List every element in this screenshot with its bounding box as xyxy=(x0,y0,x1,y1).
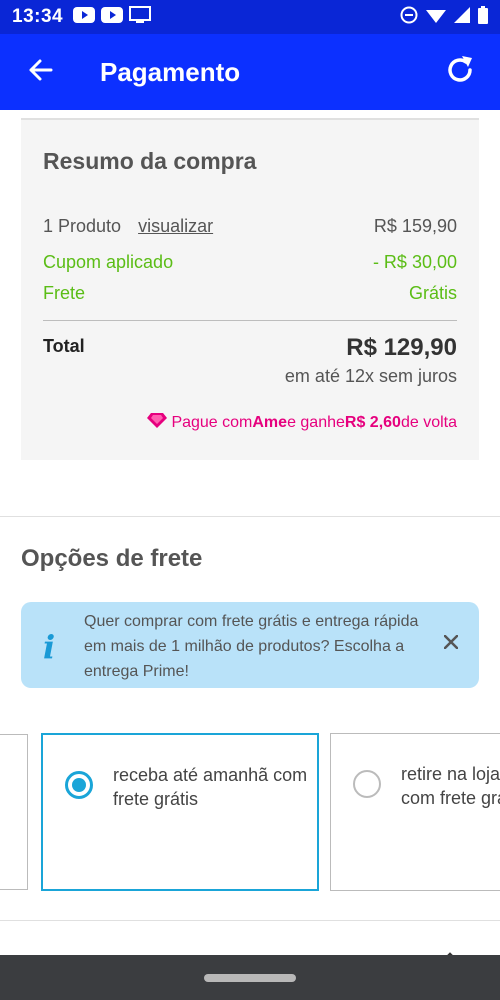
ame-amount: R$ 2,60 xyxy=(344,413,401,431)
ame-gem-icon xyxy=(147,412,168,433)
ame-prefix: Pague com xyxy=(171,413,253,431)
ame-suffix: de volta xyxy=(400,413,457,431)
youtube-notification-icon xyxy=(73,6,96,28)
summary-title: Resumo da compra xyxy=(43,148,257,174)
shipping-options-title: Opções de frete xyxy=(21,545,203,572)
home-gesture-pill[interactable] xyxy=(204,973,296,982)
prime-info-text: Quer comprar com frete grátis e entrega … xyxy=(84,613,419,680)
shipping-row: Frete Grátis xyxy=(43,283,457,304)
close-banner-button[interactable] xyxy=(439,632,463,656)
youtube-notification-icon xyxy=(101,6,124,28)
shipping-option-label: retire na loja amanhã com frete grátis xyxy=(401,764,500,808)
app-bar: Pagamento xyxy=(0,34,500,110)
total-label: Total xyxy=(43,336,85,356)
shipping-option-radio[interactable] xyxy=(65,771,93,799)
wifi-icon xyxy=(426,7,446,28)
view-products-link[interactable]: visualizar xyxy=(138,216,213,236)
back-button[interactable] xyxy=(0,34,80,110)
section-divider xyxy=(0,920,500,921)
purchase-summary-card: Resumo da compra 1 Produto visualizar R$… xyxy=(21,118,479,460)
products-label: 1 Produto xyxy=(43,216,122,236)
signal-icon xyxy=(454,6,470,28)
shipping-value: Grátis xyxy=(408,283,457,303)
shipping-option-radio[interactable] xyxy=(353,770,381,798)
arrow-left-icon xyxy=(27,58,53,87)
system-navigation-bar xyxy=(0,955,500,1000)
status-bar: 13:34 xyxy=(0,0,500,34)
summary-divider xyxy=(43,320,457,321)
installments-text: em até 12x sem juros xyxy=(284,366,457,386)
coupon-label: Cupom aplicado xyxy=(43,252,174,272)
ame-cashback-banner: Pague com Ame e ganhe R$ 2,60 de volta xyxy=(147,412,457,433)
info-icon: i xyxy=(43,628,56,666)
products-row: 1 Produto visualizar R$ 159,90 xyxy=(43,216,457,237)
prime-info-banner: i Quer comprar com frete grátis e entreg… xyxy=(21,602,479,688)
ame-middle: e ganhe xyxy=(287,413,345,431)
status-time: 13:34 xyxy=(12,6,64,27)
shipping-option-label: receba até amanhã com frete grátis xyxy=(113,765,308,809)
shipping-option-card[interactable]: retire na loja amanhã com frete grátis xyxy=(330,733,500,891)
shipping-option-card[interactable]: receba até amanhã com frete grátis xyxy=(41,733,319,891)
refresh-icon xyxy=(444,54,476,91)
battery-icon xyxy=(478,5,488,29)
coupon-row: Cupom aplicado - R$ 30,00 xyxy=(43,252,457,273)
refresh-button[interactable] xyxy=(420,34,500,110)
previous-shipping-option-card[interactable] xyxy=(0,734,28,890)
products-label-group: 1 Produto visualizar xyxy=(43,216,213,237)
section-divider xyxy=(0,516,500,517)
close-icon xyxy=(443,634,459,654)
shipping-label: Frete xyxy=(43,283,86,303)
do-not-disturb-icon xyxy=(400,6,418,29)
cast-screen-icon xyxy=(129,5,152,29)
products-value: R$ 159,90 xyxy=(373,216,457,236)
ame-brand: Ame xyxy=(252,413,288,431)
shipping-options-carousel[interactable]: receba até amanhã com frete grátis retir… xyxy=(0,732,500,894)
coupon-value: - R$ 30,00 xyxy=(372,252,457,272)
total-value: R$ 129,90 xyxy=(346,334,457,361)
page-title: Pagamento xyxy=(100,56,241,87)
